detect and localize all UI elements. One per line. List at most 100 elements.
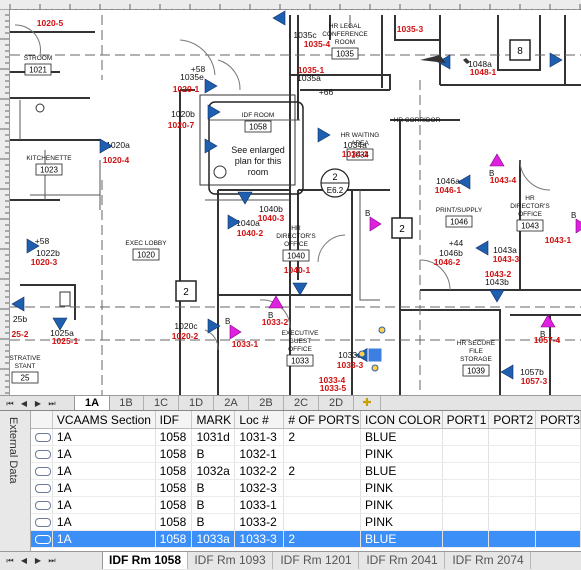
table-cell[interactable] [488,513,537,531]
table-cell[interactable]: PINK [360,513,443,531]
table-cell[interactable]: 1058 [155,428,193,446]
table-cell[interactable]: 1032-3 [234,479,285,497]
column-header-port2[interactable]: PORT2 [488,411,537,429]
table-cell[interactable]: 1A [52,479,156,497]
table-cell[interactable] [535,428,581,446]
external-data-strip[interactable]: External Data [0,411,31,551]
table-cell[interactable]: 1058 [155,496,193,514]
table-cell[interactable] [442,513,490,531]
prev-tab-icon[interactable]: ◀ [18,554,30,567]
table-cell[interactable]: 1A [52,513,156,531]
table-cell[interactable]: 1058 [155,513,193,531]
table-cell[interactable] [442,445,490,463]
table-cell[interactable]: 2 [283,530,361,548]
table-cell[interactable] [488,530,537,548]
tab-idf-rm-1058[interactable]: IDF Rm 1058 [102,552,188,569]
pink-port-icon[interactable] [268,295,284,309]
table-cell[interactable]: 1033-2 [234,513,285,531]
table-cell[interactable] [442,479,490,497]
column-header-port1[interactable]: PORT1 [442,411,490,429]
table-cell[interactable] [442,462,490,480]
table-cell[interactable] [283,513,361,531]
link-icon[interactable] [35,484,51,493]
row-link-cell[interactable] [31,428,53,446]
blue-port-icon[interactable] [489,289,505,303]
row-link-cell[interactable] [31,445,53,463]
table-cell[interactable] [488,462,537,480]
table-cell[interactable]: B [191,445,236,463]
table-cell[interactable] [535,496,581,514]
sheet-tab-2C[interactable]: 2C [284,396,319,410]
table-cell[interactable]: 1033-1 [234,496,285,514]
column-header--of-ports[interactable]: # OF PORTS [283,411,361,429]
blue-port-icon[interactable] [317,127,331,143]
column-header-icon-color[interactable]: ICON COLOR [360,411,443,429]
table-cell[interactable] [488,445,537,463]
table-cell[interactable] [535,445,581,463]
blue-port-icon[interactable] [292,282,308,296]
table-row[interactable]: 1A 1058 B 1032-1 PINK [31,445,581,463]
table-cell[interactable]: 1058 [155,479,193,497]
table-cell[interactable]: PINK [360,479,443,497]
table-cell[interactable]: 1A [52,496,156,514]
sheet-tab-1C[interactable]: 1C [144,396,179,410]
table-cell[interactable] [442,530,490,548]
table-cell[interactable]: PINK [360,445,443,463]
pink-port-icon[interactable] [229,324,242,340]
table-cell[interactable]: 1033a [191,530,236,548]
tab-idf-rm-2074[interactable]: IDF Rm 2074 [446,552,531,569]
column-header-selector[interactable] [31,411,53,429]
blue-port-icon[interactable] [500,364,514,380]
table-cell[interactable] [283,496,361,514]
blue-port-icon[interactable] [237,191,253,205]
row-link-cell[interactable] [31,530,53,548]
table-cell[interactable]: 1058 [155,462,193,480]
table-cell[interactable]: BLUE [360,462,443,480]
column-header-idf[interactable]: IDF [155,411,193,429]
sheet-tab-1A[interactable]: 1A [74,396,110,411]
blue-port-icon[interactable] [475,240,489,256]
pink-port-icon[interactable] [575,218,581,234]
last-sheet-icon[interactable]: ⏭ [46,397,58,410]
table-cell[interactable]: B [191,513,236,531]
first-sheet-icon[interactable]: ⏮ [4,397,16,410]
table-cell[interactable]: 1032-1 [234,445,285,463]
table-row[interactable]: 1A 1058 1032a 1032-2 2 BLUE [31,462,581,480]
table-cell[interactable] [283,445,361,463]
table-cell[interactable] [442,496,490,514]
table-cell[interactable]: B [191,479,236,497]
table-row[interactable]: 1A 1058 B 1033-2 PINK [31,513,581,531]
table-cell[interactable]: 2 [283,462,361,480]
table-cell[interactable] [442,428,490,446]
column-header-port3[interactable]: PORT3 [535,411,581,429]
table-row[interactable]: 1A 1058 B 1032-3 PINK [31,479,581,497]
link-icon[interactable] [35,535,51,544]
row-link-cell[interactable] [31,496,53,514]
table-cell[interactable]: 1031-3 [234,428,285,446]
link-icon[interactable] [35,433,51,442]
table-cell[interactable] [535,462,581,480]
column-header-mark[interactable]: MARK [191,411,236,429]
table-cell[interactable]: 1058 [155,530,193,548]
pink-port-icon[interactable] [369,216,382,232]
table-cell[interactable]: 1A [52,462,156,480]
tab-idf-rm-1093[interactable]: IDF Rm 1093 [188,552,273,569]
sheet-tab-2D[interactable]: 2D [319,396,354,410]
blue-port-icon[interactable] [204,138,218,154]
last-tab-icon[interactable]: ⏭ [46,554,58,567]
floor-plan-canvas[interactable]: HR LEGAL CONFERENCE ROOM 1035 STROOM 1021 KITC… [10,10,581,395]
table-cell[interactable] [283,479,361,497]
link-icon[interactable] [35,501,51,510]
column-header-loc-[interactable]: Loc # [234,411,285,429]
row-link-cell[interactable] [31,513,53,531]
table-cell[interactable]: 1A [52,428,156,446]
table-cell[interactable]: 1058 [155,445,193,463]
first-tab-icon[interactable]: ⏮ [4,554,16,567]
tab-idf-rm-2041[interactable]: IDF Rm 2041 [360,552,445,569]
blue-port-icon[interactable] [207,104,221,120]
link-icon[interactable] [35,467,51,476]
table-cell[interactable]: BLUE [360,530,443,548]
table-cell[interactable]: 1A [52,445,156,463]
blue-port-icon[interactable] [204,78,218,94]
sheet-tab-1D[interactable]: 1D [179,396,214,410]
